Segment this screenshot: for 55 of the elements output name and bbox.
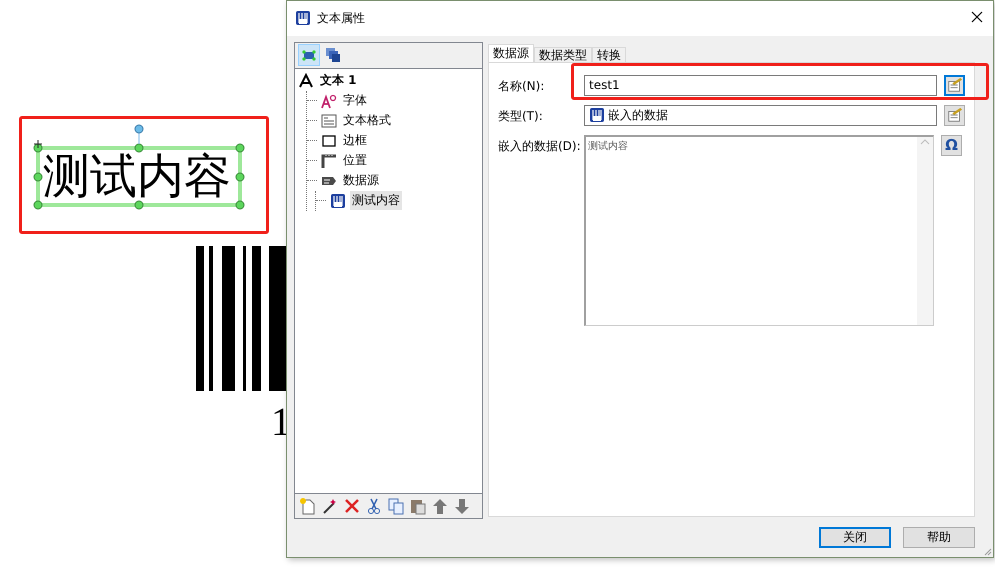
dialog-button[interactable]: 关闭 xyxy=(819,527,891,548)
arrow-up-icon[interactable] xyxy=(431,496,449,515)
tree-item[interactable]: 文本 1 xyxy=(318,71,359,90)
barcode-app-icon xyxy=(295,10,311,26)
tree-item[interactable]: 文本格式 xyxy=(341,111,393,130)
barcode-document-icon xyxy=(330,192,346,209)
field-label: 名称(N): xyxy=(498,78,546,95)
tree-item[interactable]: 字体 xyxy=(341,91,369,110)
tab[interactable]: 转换 xyxy=(592,46,626,62)
tree-item[interactable]: 数据源 xyxy=(341,171,381,190)
resize-grip-icon[interactable] xyxy=(982,546,992,556)
resize-handle[interactable] xyxy=(134,200,144,210)
crosshair-icon xyxy=(34,140,42,148)
edit-icon xyxy=(946,107,962,124)
font-icon xyxy=(321,92,337,109)
window-title: 文本属性 xyxy=(317,10,366,27)
object-view-toggle[interactable] xyxy=(298,44,320,66)
letter-icon xyxy=(298,72,314,89)
text-format-icon xyxy=(321,112,337,129)
resize-handle[interactable] xyxy=(134,143,144,153)
tab[interactable]: 数据类型 xyxy=(534,46,592,62)
copy-icon[interactable] xyxy=(387,496,405,515)
type-field[interactable]: 嵌入的数据 xyxy=(584,104,937,126)
resize-handle[interactable] xyxy=(235,172,245,182)
dialog-button[interactable]: 帮助 xyxy=(903,527,975,548)
ruler-icon xyxy=(321,152,337,169)
name-field[interactable]: test1 xyxy=(584,74,937,96)
text-value: 测试内容 xyxy=(588,140,628,153)
edit-icon xyxy=(946,77,962,94)
cut-icon[interactable] xyxy=(365,496,383,515)
resize-handle[interactable] xyxy=(235,143,245,153)
rotate-handle[interactable] xyxy=(134,124,144,144)
new-file-icon[interactable] xyxy=(299,496,317,515)
resize-handle[interactable] xyxy=(33,172,43,182)
tree-item[interactable]: 测试内容 xyxy=(350,191,402,210)
barcode-digit: 1 xyxy=(271,400,291,444)
tab[interactable]: 数据源 xyxy=(488,44,534,62)
layers-icon xyxy=(325,47,341,64)
field-label: 类型(T): xyxy=(498,108,544,125)
scrollbar[interactable] xyxy=(917,136,933,325)
tree-item[interactable]: 边框 xyxy=(341,131,369,150)
text-area[interactable]: 测试内容 xyxy=(584,134,934,326)
tree-item[interactable]: 位置 xyxy=(341,151,369,170)
arrow-down-icon[interactable] xyxy=(453,496,471,515)
square-icon xyxy=(321,132,337,149)
resize-handle[interactable] xyxy=(235,200,245,210)
resize-handle[interactable] xyxy=(33,200,43,210)
symbol-button[interactable]: Ω xyxy=(941,134,962,156)
field-value: 嵌入的数据 xyxy=(608,106,668,124)
edit-button[interactable] xyxy=(944,104,965,126)
edit-button[interactable] xyxy=(944,74,965,96)
field-label: 嵌入的数据(D): xyxy=(498,138,582,155)
barcode-document-icon xyxy=(589,107,605,124)
label-text: 测试内容 xyxy=(43,153,231,200)
delete-icon[interactable] xyxy=(343,496,361,515)
